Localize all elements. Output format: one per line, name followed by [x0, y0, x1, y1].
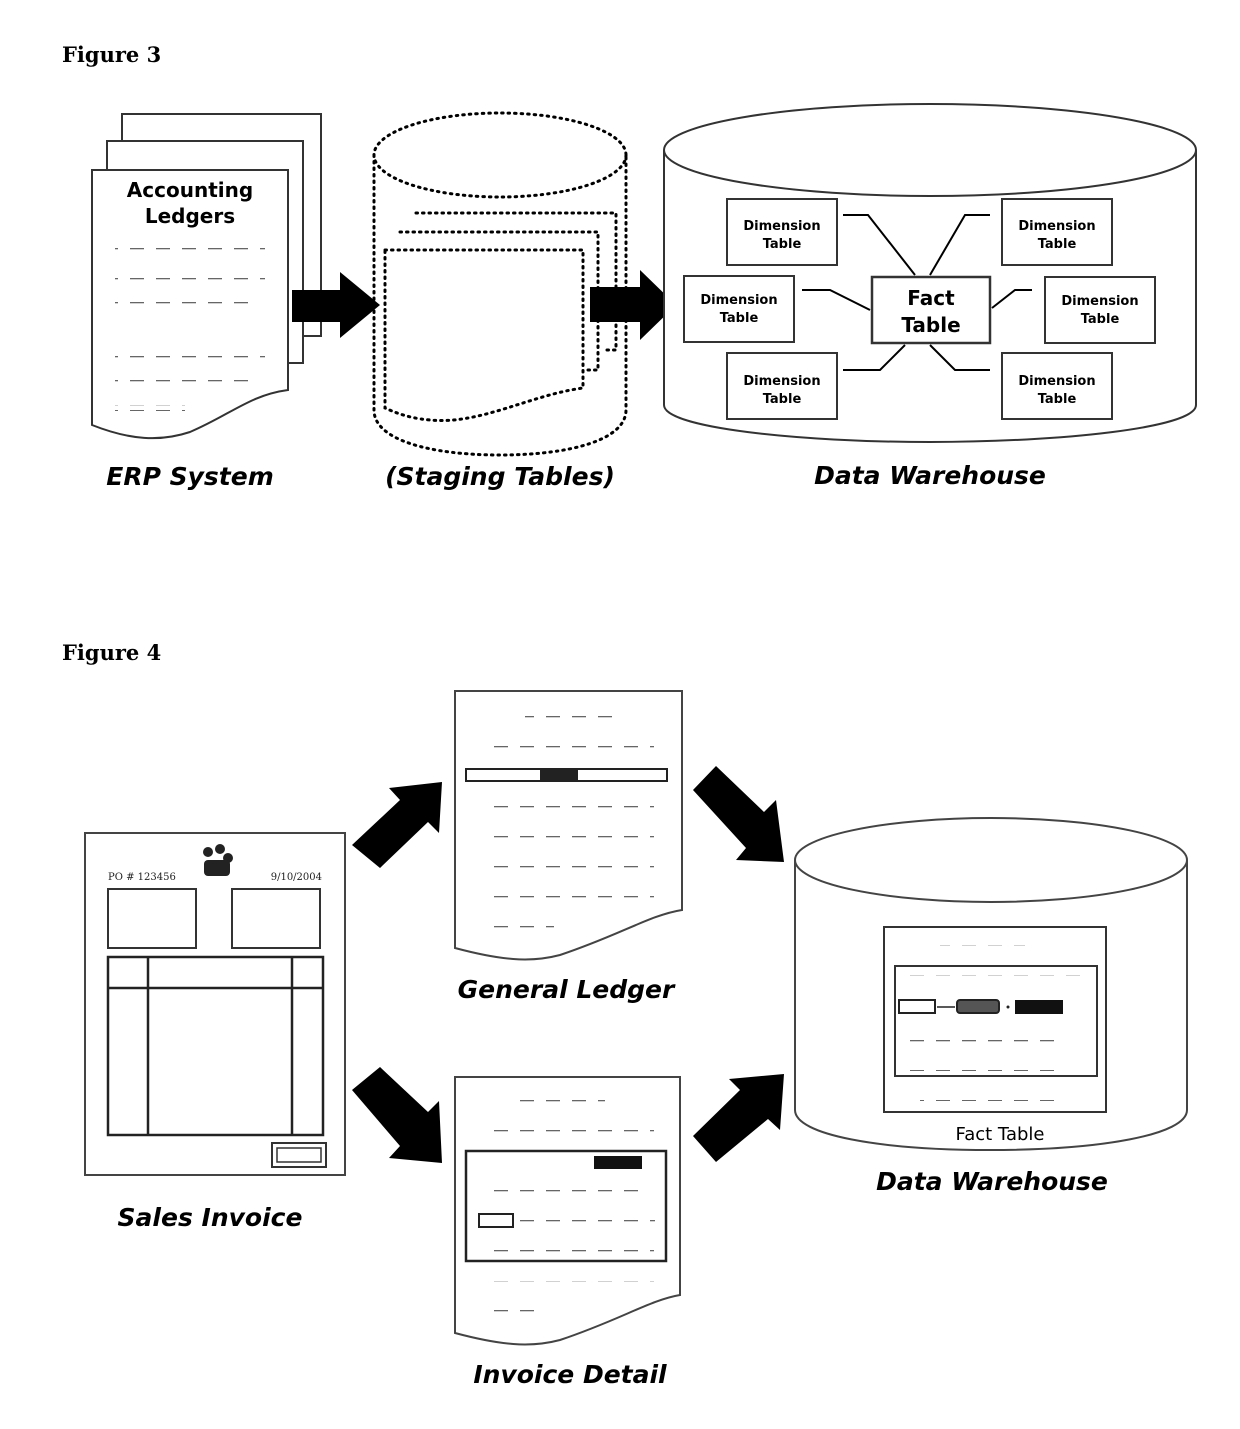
ledger-title-line2: Ledgers — [145, 204, 235, 228]
ledger-text-line — [484, 805, 654, 810]
ledger-page — [454, 690, 683, 961]
dimension-table-line2: Table — [763, 237, 802, 252]
detail-text-line — [510, 1100, 605, 1105]
sales-invoice-document: PO # 123456 9/10/2004 — [84, 832, 346, 1176]
ledger-text-line — [525, 714, 615, 719]
arrow-detail-to-warehouse-icon — [693, 1074, 784, 1162]
staging-sheet-front — [383, 248, 585, 423]
ledger-text-line — [115, 379, 260, 385]
invoice-detail-document — [454, 1076, 681, 1346]
fact-text-line — [900, 1037, 1065, 1042]
ledger-text-line — [484, 744, 654, 749]
dimension-table-line1: Dimension — [1061, 294, 1138, 309]
detail-text-line — [484, 1281, 654, 1286]
staging-sheet-middle — [398, 230, 600, 372]
dimension-table-line1: Dimension — [1018, 374, 1095, 389]
dimension-table-bottom-left: Dimension Table — [726, 352, 838, 420]
dimension-table-line1: Dimension — [1018, 219, 1095, 234]
data-warehouse-label-fig4: Data Warehouse — [876, 1167, 1108, 1196]
fact-key-from-ledger — [956, 999, 1000, 1014]
detail-text-line — [484, 1249, 654, 1254]
ship-to-box — [231, 888, 321, 949]
fact-table-line1: Fact — [907, 286, 955, 310]
arrow-ledger-to-warehouse-icon — [693, 766, 784, 862]
data-warehouse-cylinder-fig4: Fact Table — [794, 817, 1188, 1152]
dimension-table-rect — [683, 275, 795, 343]
fact-text-line — [920, 1096, 1060, 1101]
invoice-po-number: PO # 123456 — [108, 872, 176, 883]
detail-text-line — [484, 1310, 544, 1315]
staging-cylinder-top — [372, 111, 628, 199]
erp-system-label: ERP System — [106, 462, 274, 491]
data-warehouse-label: Data Warehouse — [814, 461, 1046, 490]
dimension-table-line1: Dimension — [743, 374, 820, 389]
dimension-table-line2: Table — [1081, 312, 1120, 327]
ledger-text-line — [484, 926, 554, 931]
ledger-text-line — [115, 353, 265, 359]
dimension-table-line2: Table — [1038, 237, 1077, 252]
warehouse-cylinder-top — [663, 103, 1197, 197]
detail-text-line — [484, 1130, 654, 1135]
invoice-detail-label: Invoice Detail — [473, 1360, 667, 1389]
highlighted-value — [594, 1156, 642, 1169]
ledger-text-line — [484, 835, 654, 840]
ledger-text-line — [484, 865, 654, 870]
dimension-table-rect — [1044, 276, 1156, 344]
dimension-table-top-left: Dimension Table — [726, 198, 838, 266]
fact-value — [1015, 1000, 1063, 1014]
staging-tables-cylinder — [372, 111, 628, 457]
staging-tables-label: (Staging Tables) — [385, 462, 615, 491]
fact-record-block — [894, 965, 1098, 1077]
arrow-invoice-to-ledger-icon — [352, 782, 442, 868]
fact-key-from-detail — [898, 999, 936, 1014]
ledger-title-line1: Accounting — [127, 178, 253, 202]
staging-sheet-back — [414, 211, 618, 352]
general-ledger-label: General Ledger — [458, 975, 676, 1004]
arrow-invoice-to-detail-icon — [352, 1067, 442, 1163]
dimension-table-line2: Table — [1038, 392, 1077, 407]
dimension-table-bottom-right: Dimension Table — [1001, 352, 1113, 420]
fact-table-line2: Table — [901, 313, 960, 337]
ledger-text-line — [484, 896, 654, 901]
highlighted-key — [478, 1213, 514, 1228]
fact-table-box: Fact Table — [870, 275, 992, 345]
dimension-table-line1: Dimension — [700, 293, 777, 308]
detail-text-line — [484, 1190, 644, 1195]
warehouse-cylinder-top — [794, 817, 1188, 903]
fact-text-line — [900, 975, 1085, 980]
ledger-text-line — [115, 300, 255, 306]
fact-text-line — [940, 945, 1025, 950]
diagram-canvas: Accounting Ledgers ERP System (Staging T… — [84, 103, 1197, 1389]
fact-text-line — [900, 1066, 1065, 1071]
fact-table-caption: Fact Table — [956, 1124, 1045, 1145]
dimension-table-top-right: Dimension Table — [1001, 198, 1113, 266]
highlighted-value — [540, 770, 578, 780]
dimension-table-line2: Table — [763, 392, 802, 407]
dimension-table-line2: Table — [720, 311, 759, 326]
ledger-text-line — [115, 405, 185, 411]
dimension-table-middle-right: Dimension Table — [1044, 276, 1156, 344]
erp-system-document-stack: Accounting Ledgers — [91, 113, 322, 440]
ledger-text-line — [115, 248, 265, 254]
dimension-table-middle-left: Dimension Table — [683, 275, 795, 343]
general-ledger-document — [454, 690, 683, 961]
detail-text-line — [520, 1220, 655, 1225]
dimension-table-line1: Dimension — [743, 219, 820, 234]
ledger-text-line — [115, 274, 265, 280]
bill-to-box — [107, 888, 197, 949]
sales-invoice-label: Sales Invoice — [118, 1203, 303, 1232]
invoice-date: 9/10/2004 — [271, 872, 322, 883]
